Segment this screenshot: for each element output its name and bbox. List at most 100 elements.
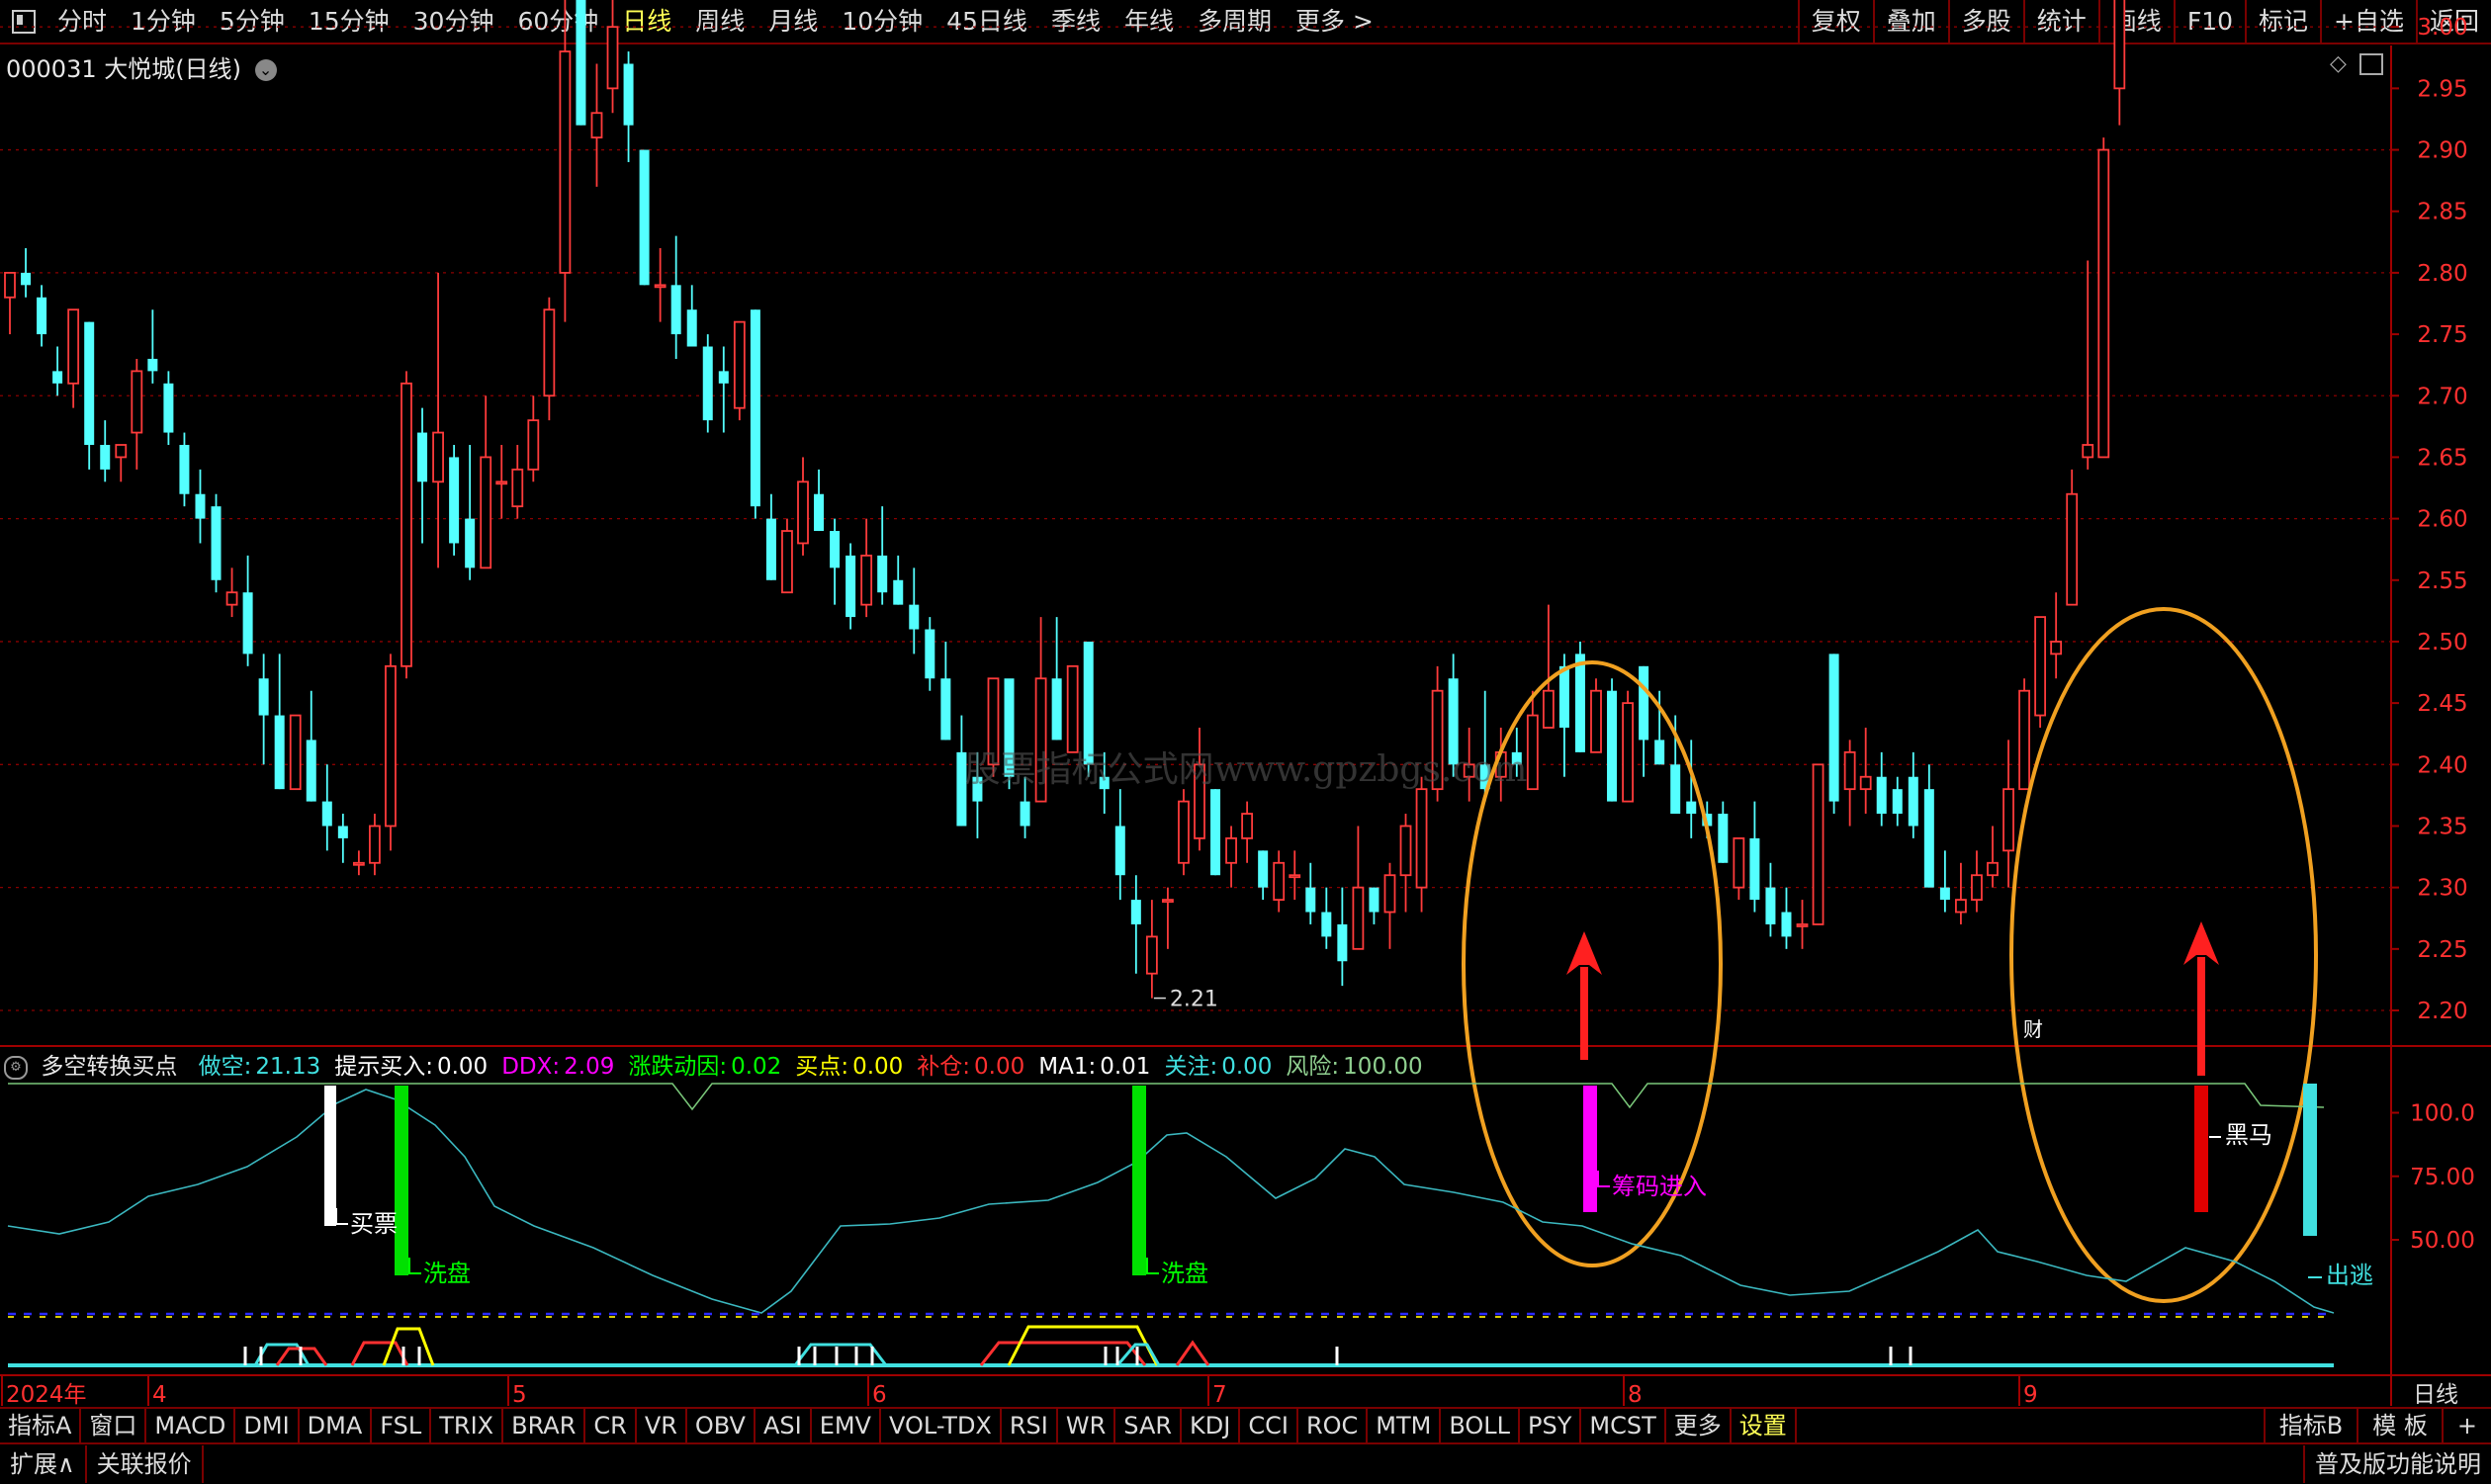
period-tab[interactable]: 多周期 xyxy=(1186,0,1284,44)
period-tab[interactable]: 年线 xyxy=(1112,0,1186,44)
indicator-tab[interactable]: EMV xyxy=(812,1408,881,1443)
candle xyxy=(893,555,904,605)
candle xyxy=(258,654,269,765)
indicator-tab[interactable]: VOL-TDX xyxy=(881,1408,1002,1443)
indicator-tab[interactable]: KDJ xyxy=(1182,1408,1241,1443)
toolbar-button[interactable]: 叠加 xyxy=(1872,0,1948,44)
candle xyxy=(1289,850,1301,901)
candle xyxy=(432,272,444,568)
indicator-tab[interactable]: DMI xyxy=(235,1408,300,1443)
indicator-tab[interactable]: ASI xyxy=(756,1408,812,1443)
period-tab[interactable]: 30分钟 xyxy=(401,0,506,44)
period-tab[interactable]: 15分钟 xyxy=(297,0,401,44)
indicator-tab[interactable]: RSI xyxy=(1002,1408,1058,1443)
candle xyxy=(274,654,285,790)
candle xyxy=(1828,654,1839,815)
indicator-tab[interactable]: DMA xyxy=(300,1408,373,1443)
candle xyxy=(480,395,492,569)
indicator-header: ⚙ 多空转换买点 做空: 21.13 提示买入: 0.00 DDX: 2.09 涨跌动因: 0… xyxy=(4,1047,1423,1081)
indicator-tab[interactable]: 窗口 xyxy=(81,1408,147,1443)
indicator-tab[interactable]: BOLL xyxy=(1441,1408,1521,1443)
indicator-tabs-bar: 指标A 窗口 MACD DMI DMA FSL TRIX BRAR CR VR OBV ASI EMV V… xyxy=(0,1407,2491,1444)
candle-body xyxy=(1020,801,1030,827)
indicator-tab[interactable]: ROC xyxy=(1298,1408,1369,1443)
indicator-tab[interactable]: TRIX xyxy=(431,1408,504,1443)
candle xyxy=(163,371,174,445)
indicator-tab[interactable]: CR xyxy=(585,1408,637,1443)
candle xyxy=(845,543,856,630)
candle xyxy=(1020,776,1030,838)
period-tab[interactable]: 10分钟 xyxy=(830,0,934,44)
candle xyxy=(765,493,776,580)
window-menu-icon[interactable] xyxy=(12,9,36,34)
toolbar-button[interactable]: 多股 xyxy=(1947,0,2023,44)
toolbar-button[interactable]: 复权 xyxy=(1797,0,1873,44)
toolbar-button[interactable]: 画线 xyxy=(2097,0,2174,44)
indicator-tab-right[interactable]: 模 板 xyxy=(2357,1408,2442,1443)
indicator-tab[interactable]: 设置 xyxy=(1732,1408,1797,1443)
candle xyxy=(590,63,603,187)
candle-body xyxy=(1415,788,1428,889)
indicator-tab[interactable]: MTM xyxy=(1368,1408,1442,1443)
indicator-name[interactable]: 多空转换买点 xyxy=(41,1054,177,1080)
candle-body xyxy=(733,320,746,409)
indicator-tab[interactable]: OBV xyxy=(687,1408,756,1443)
candle-body xyxy=(1526,714,1539,791)
indicator-tab[interactable]: SAR xyxy=(1115,1408,1183,1443)
period-tab[interactable]: 更多 > xyxy=(1284,0,1385,44)
candle-body xyxy=(1686,801,1697,815)
indicator-tab[interactable]: PSY xyxy=(1520,1408,1582,1443)
indicator-settings-icon[interactable]: ⚙ xyxy=(4,1055,28,1080)
candle xyxy=(1114,789,1125,901)
indicator-tab[interactable]: BRAR xyxy=(503,1408,586,1443)
candle-body xyxy=(1463,763,1475,778)
indicator-tab[interactable]: FSL xyxy=(372,1408,432,1443)
toolbar-button[interactable]: 标记 xyxy=(2245,0,2320,44)
indicator-tab[interactable]: MACD xyxy=(146,1408,236,1443)
restore-window-icon[interactable] xyxy=(2359,53,2383,75)
toolbar-button[interactable]: 返回 xyxy=(2415,0,2491,44)
indicator-tab-right[interactable]: + xyxy=(2441,1408,2491,1443)
period-tab[interactable]: 1分钟 xyxy=(119,0,208,44)
candle-body xyxy=(480,456,492,569)
chevron-down-icon[interactable]: ⌄ xyxy=(254,59,277,81)
indicator-tab[interactable]: VR xyxy=(637,1408,687,1443)
indicator-tabs-right: 指标B 模 板 + xyxy=(2263,1408,2491,1443)
signal-label: 黑马 xyxy=(2225,1121,2272,1149)
indicator-value-label: MA1: xyxy=(1038,1054,1097,1080)
indicator-tab[interactable]: 更多 xyxy=(1666,1408,1732,1443)
period-tab[interactable]: 日线 xyxy=(610,0,683,44)
step-shape xyxy=(382,1327,435,1366)
toolbar-button[interactable]: +自选 xyxy=(2320,0,2416,44)
diamond-icon[interactable]: ◇ xyxy=(2330,51,2347,76)
period-tab[interactable]: 季线 xyxy=(1039,0,1112,44)
stock-title[interactable]: 000031 大悦城(日线) ⌄ xyxy=(6,49,277,84)
candle xyxy=(2018,678,2030,791)
period-tab[interactable]: 分时 xyxy=(45,0,119,44)
period-tab[interactable]: 周线 xyxy=(683,0,756,44)
time-label: 2024年 xyxy=(6,1382,87,1408)
candle-body xyxy=(1273,861,1286,901)
toolbar-button[interactable]: 统计 xyxy=(2022,0,2098,44)
indicator-tab-right[interactable]: 指标B xyxy=(2263,1408,2357,1443)
toolbar-button[interactable]: F10 xyxy=(2173,0,2245,44)
candle-body xyxy=(750,309,760,507)
buy-arrow xyxy=(2183,921,2219,1076)
indicator-tab[interactable]: WR xyxy=(1058,1408,1116,1443)
candle-body xyxy=(369,825,381,864)
status-right[interactable]: 普及版功能说明 xyxy=(2303,1445,2491,1483)
indicator-tab[interactable]: MCST xyxy=(1581,1408,1666,1443)
status-button[interactable]: 关联报价 xyxy=(87,1445,204,1483)
candle-body xyxy=(432,431,444,483)
period-tab[interactable]: 月线 xyxy=(756,0,830,44)
step-shape xyxy=(350,1341,409,1366)
indicator-tab[interactable]: 指标A xyxy=(0,1408,82,1443)
period-tab[interactable]: 5分钟 xyxy=(208,0,297,44)
candle xyxy=(306,690,316,802)
period-tab[interactable]: 45日线 xyxy=(934,0,1039,44)
candle xyxy=(1526,690,1539,791)
status-button[interactable]: 扩展∧ xyxy=(0,1445,87,1483)
period-tab[interactable]: 60分钟 xyxy=(505,0,610,44)
indicator-tab[interactable]: CCI xyxy=(1240,1408,1298,1443)
candle xyxy=(1892,776,1903,827)
